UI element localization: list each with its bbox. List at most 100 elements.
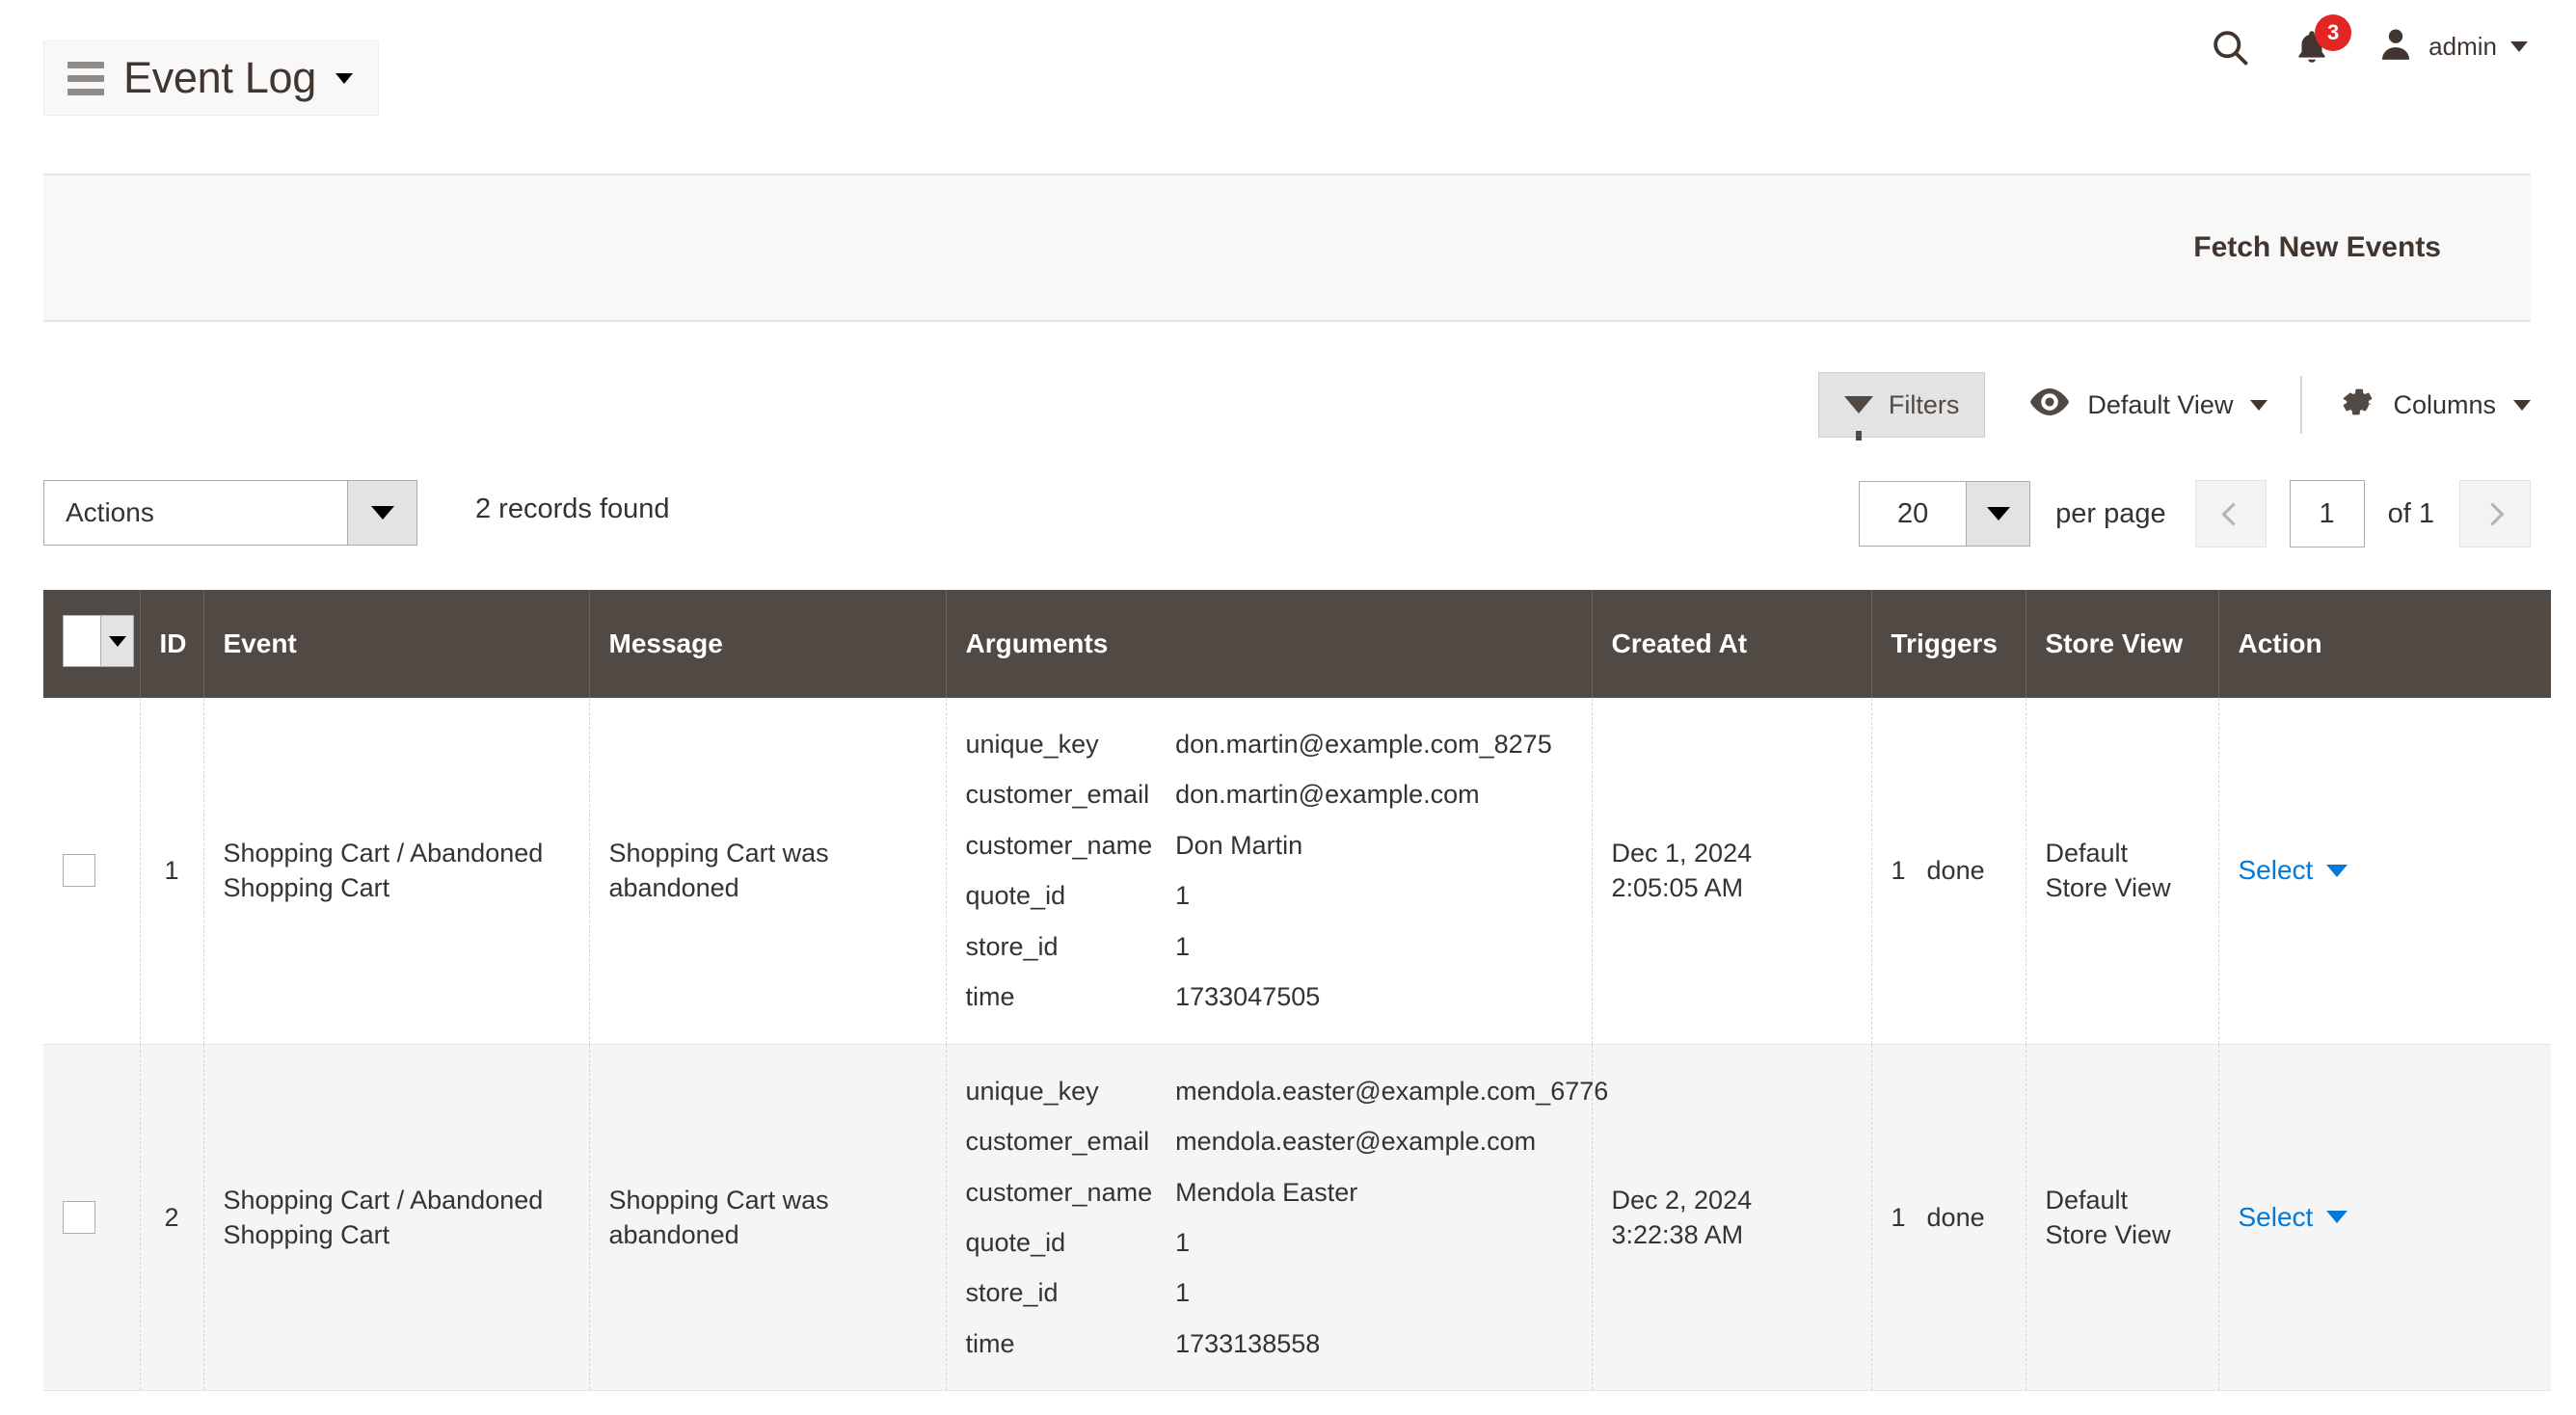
search-icon[interactable] xyxy=(2209,26,2251,68)
page-title: Event Log xyxy=(123,53,316,103)
filters-label: Filters xyxy=(1889,390,1960,420)
chevron-down-icon xyxy=(2250,400,2267,411)
argument-key: unique_key xyxy=(966,1066,1176,1116)
cell-created-at: Dec 1, 20242:05:05 AM xyxy=(1592,698,1871,1044)
header-actions: 3 admin xyxy=(2209,25,2528,68)
argument-value: 1 xyxy=(1175,921,1571,972)
argument-value: Don Martin xyxy=(1175,820,1571,870)
column-header-event[interactable]: Event xyxy=(203,590,589,698)
cell-store-view: Default Store View xyxy=(2026,698,2218,1044)
fetch-new-events-button[interactable]: Fetch New Events xyxy=(2193,231,2441,264)
row-select-dropdown[interactable]: Select xyxy=(2239,852,2348,889)
row-checkbox[interactable] xyxy=(63,1201,95,1234)
store-view-line1: Default xyxy=(2046,839,2129,868)
row-select-cell xyxy=(43,698,140,1044)
argument-value: don.martin@example.com xyxy=(1175,769,1571,819)
row-select-label: Select xyxy=(2239,852,2314,889)
next-page-button[interactable] xyxy=(2459,480,2531,547)
mass-actions-dropdown[interactable]: Actions xyxy=(43,480,417,546)
argument-value: don.martin@example.com_8275 xyxy=(1175,719,1571,769)
argument-value: 1733138558 xyxy=(1175,1319,1608,1369)
created-date: Dec 1, 2024 xyxy=(1612,839,1753,868)
store-view-line2: Store View xyxy=(2046,873,2171,902)
argument-key: store_id xyxy=(966,1268,1176,1318)
column-header-arguments[interactable]: Arguments xyxy=(946,590,1592,698)
funnel-icon xyxy=(1844,396,1873,414)
argument-value: mendola.easter@example.com xyxy=(1175,1116,1608,1166)
argument-key: unique_key xyxy=(966,719,1176,769)
argument-key: store_id xyxy=(966,921,1176,972)
default-view-dropdown[interactable]: Default View xyxy=(1985,387,2300,423)
argument-key: customer_name xyxy=(966,1167,1176,1217)
chevron-right-icon xyxy=(2481,502,2504,525)
argument-value: Mendola Easter xyxy=(1175,1167,1608,1217)
trigger-count: 1 xyxy=(1892,856,1906,885)
store-view-line2: Store View xyxy=(2046,1220,2171,1249)
user-menu[interactable]: admin xyxy=(2376,25,2528,68)
per-page-dropdown[interactable]: 20 xyxy=(1859,481,2030,547)
cell-action: Select xyxy=(2218,1044,2551,1391)
argument-key: customer_email xyxy=(966,1116,1176,1166)
cell-message: Shopping Cart was abandoned xyxy=(589,698,946,1044)
eye-icon xyxy=(2029,387,2070,423)
cell-event: Shopping Cart / Abandoned Shopping Cart xyxy=(203,698,589,1044)
hamburger-icon[interactable] xyxy=(67,62,104,95)
cell-id: 1 xyxy=(140,698,203,1044)
argument-value: 1 xyxy=(1175,1217,1608,1268)
chevron-down-icon xyxy=(2326,1211,2348,1223)
cell-arguments: unique_keymendola.easter@example.com_677… xyxy=(946,1044,1592,1391)
filters-button[interactable]: Filters xyxy=(1818,372,1986,438)
row-select-dropdown[interactable]: Select xyxy=(2239,1199,2348,1236)
per-page-label: per page xyxy=(2055,498,2166,530)
table-row: 2Shopping Cart / Abandoned Shopping Cart… xyxy=(43,1044,2551,1391)
cell-triggers: 1done xyxy=(1871,1044,2026,1391)
chevron-down-icon xyxy=(2513,400,2531,411)
previous-page-button[interactable] xyxy=(2195,480,2267,547)
argument-key: customer_email xyxy=(966,769,1176,819)
created-time: 3:22:38 AM xyxy=(1612,1220,1744,1249)
argument-value: 1 xyxy=(1175,1268,1608,1318)
grid-actions-row: Actions 2 records found 20 per page of 1 xyxy=(43,480,2531,557)
current-page-input[interactable] xyxy=(2290,480,2365,547)
column-header-id[interactable]: ID xyxy=(140,590,203,698)
column-header-store-view[interactable]: Store View xyxy=(2026,590,2218,698)
columns-label: Columns xyxy=(2393,390,2496,420)
row-select-label: Select xyxy=(2239,1199,2314,1236)
column-header-message[interactable]: Message xyxy=(589,590,946,698)
page-actions-bar: Fetch New Events xyxy=(43,174,2531,322)
total-pages-label: of 1 xyxy=(2388,498,2434,530)
column-header-created-at[interactable]: Created At xyxy=(1592,590,1871,698)
store-view-line1: Default xyxy=(2046,1186,2129,1215)
cell-id: 2 xyxy=(140,1044,203,1391)
cell-message: Shopping Cart was abandoned xyxy=(589,1044,946,1391)
argument-value: 1733047505 xyxy=(1175,972,1571,1022)
column-header-triggers[interactable]: Triggers xyxy=(1871,590,2026,698)
chevron-down-icon[interactable] xyxy=(347,481,416,545)
row-checkbox[interactable] xyxy=(63,854,95,887)
mass-actions-label: Actions xyxy=(44,481,347,545)
admin-header: Event Log 3 xyxy=(0,0,2576,154)
cell-triggers: 1 done xyxy=(1871,698,2026,1044)
chevron-down-icon[interactable] xyxy=(2510,41,2528,52)
pagination: 20 per page of 1 xyxy=(1859,480,2531,547)
cell-event: Shopping Cart / Abandoned Shopping Cart xyxy=(203,1044,589,1391)
bell-icon[interactable]: 3 xyxy=(2292,26,2336,68)
admin-page: Event Log 3 xyxy=(0,0,2576,1415)
cell-action: Select xyxy=(2218,698,2551,1044)
row-select-cell xyxy=(43,1044,140,1391)
grid-toolbar: Filters Default View Columns xyxy=(43,359,2531,451)
trigger-status: done xyxy=(1927,856,1985,885)
menu-logo-button[interactable]: Event Log xyxy=(43,40,379,116)
argument-key: quote_id xyxy=(966,870,1176,921)
notification-count-badge: 3 xyxy=(2315,14,2351,51)
argument-key: time xyxy=(966,1319,1176,1369)
table-row: 1Shopping Cart / Abandoned Shopping Cart… xyxy=(43,698,2551,1044)
cell-created-at: Dec 2, 20243:22:38 AM xyxy=(1592,1044,1871,1391)
chevron-down-icon[interactable] xyxy=(1966,482,2029,546)
checkbox-dropdown-icon[interactable] xyxy=(63,615,134,667)
gear-icon xyxy=(2337,383,2375,428)
user-avatar-icon xyxy=(2376,25,2415,68)
cell-store-view: Default Store View xyxy=(2026,1044,2218,1391)
chevron-down-icon[interactable] xyxy=(335,73,353,84)
columns-dropdown[interactable]: Columns xyxy=(2302,383,2531,428)
